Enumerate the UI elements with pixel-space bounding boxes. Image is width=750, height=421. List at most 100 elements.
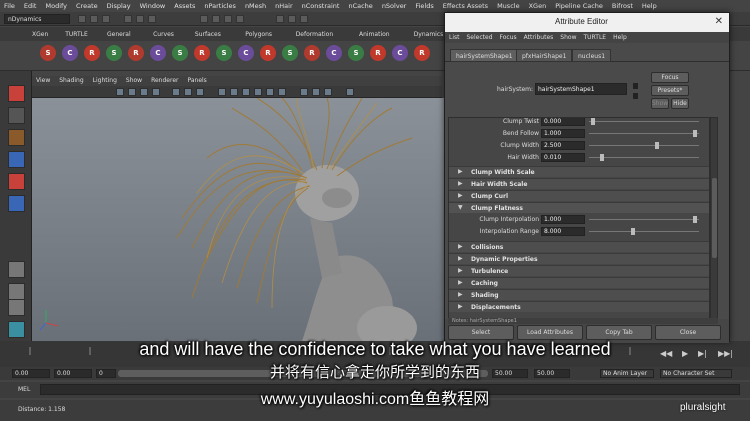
hair-width-field[interactable]: 0.010 — [541, 153, 585, 162]
wind-icon[interactable]: S — [216, 45, 232, 61]
collapsed-arrow-icon[interactable]: ▶ — [458, 267, 463, 274]
resolution-gate-icon[interactable] — [196, 88, 204, 96]
gamma-icon[interactable] — [346, 88, 354, 96]
collapsed-arrow-icon[interactable]: ▶ — [458, 255, 463, 262]
clump-width-slider[interactable] — [589, 142, 699, 149]
ae-menu-focus[interactable]: Focus — [500, 32, 517, 43]
load-attributes-button[interactable]: Load Attributes — [517, 325, 583, 340]
show-button[interactable]: Show — [651, 98, 669, 109]
section-shading[interactable]: ▶ Shading — [449, 289, 709, 300]
ae-menu-selected[interactable]: Selected — [467, 32, 493, 43]
select-object-icon[interactable] — [136, 15, 144, 23]
uniform-icon[interactable]: R — [370, 45, 386, 61]
select-hierarchy-icon[interactable] — [124, 15, 132, 23]
panel-menu-lighting[interactable]: Lighting — [93, 76, 117, 86]
snap-surface-icon[interactable] — [236, 15, 244, 23]
menu-modify[interactable]: Modify — [45, 2, 67, 10]
slider-knob[interactable] — [599, 154, 604, 161]
collapsed-arrow-icon[interactable]: ▶ — [458, 279, 463, 286]
ae-menu-turtle[interactable]: TURTLE — [583, 32, 606, 43]
snap-point-icon[interactable] — [224, 15, 232, 23]
clump-twist-field[interactable]: 0.000 — [541, 118, 585, 126]
collapsed-arrow-icon[interactable]: ▶ — [458, 168, 463, 175]
open-scene-icon[interactable] — [90, 15, 98, 23]
turbulence-icon[interactable]: S — [282, 45, 298, 61]
ae-menu-help[interactable]: Help — [613, 32, 627, 43]
render-icon[interactable] — [276, 15, 284, 23]
slider-knob[interactable] — [654, 142, 659, 149]
new-scene-icon[interactable] — [78, 15, 86, 23]
collapsed-arrow-icon[interactable]: ▶ — [458, 303, 463, 310]
save-scene-icon[interactable] — [102, 15, 110, 23]
outliner-icon[interactable] — [8, 321, 25, 338]
menu-effects-assets[interactable]: Effects Assets — [443, 2, 488, 10]
menu-pipeline-cache[interactable]: Pipeline Cache — [555, 2, 603, 10]
section-dynamic-properties[interactable]: ▶ Dynamic Properties — [449, 253, 709, 264]
hide-button[interactable]: Hide — [671, 98, 689, 109]
menu-muscle[interactable]: Muscle — [497, 2, 520, 10]
section-clump-width-scale[interactable]: ▶ Clump Width Scale — [449, 166, 709, 177]
menu-nhair[interactable]: nHair — [275, 2, 292, 10]
ncloth-icon[interactable]: S — [40, 45, 56, 61]
clump-interpolation-field[interactable]: 1.000 — [541, 215, 585, 224]
shelf-tab-general[interactable]: General — [103, 29, 135, 40]
volume-icon[interactable]: R — [414, 45, 430, 61]
smooth-shade-icon[interactable] — [230, 88, 238, 96]
cache-icon[interactable]: C — [238, 45, 254, 61]
perspective-viewport[interactable] — [32, 98, 450, 341]
menu-window[interactable]: Window — [140, 2, 166, 10]
slider-knob[interactable] — [591, 118, 596, 125]
render-settings-icon[interactable] — [300, 15, 308, 23]
lasso-tool-icon[interactable] — [8, 107, 25, 124]
notes-field[interactable]: Notes: hairSystemShape1 — [448, 318, 718, 324]
isolate-select-icon[interactable] — [300, 88, 308, 96]
xray-icon[interactable] — [312, 88, 320, 96]
collide-icon[interactable]: R — [194, 45, 210, 61]
slider-knob[interactable] — [692, 216, 697, 223]
shelf-tab-animation[interactable]: Animation — [355, 29, 394, 40]
collapsed-arrow-icon[interactable]: ▶ — [458, 180, 463, 187]
presets-button[interactable]: Presets* — [651, 85, 689, 96]
section-caching[interactable]: ▶ Caching — [449, 277, 709, 288]
snap-curve-icon[interactable] — [212, 15, 220, 23]
textured-icon[interactable] — [254, 88, 262, 96]
field-icon[interactable]: C — [150, 45, 166, 61]
tab-nucleus1[interactable]: nucleus1 — [572, 49, 612, 62]
shadows-icon[interactable] — [278, 88, 286, 96]
bend-follow-slider[interactable] — [589, 130, 699, 137]
menu-nparticles[interactable]: nParticles — [204, 2, 236, 10]
panel-menu-view[interactable]: View — [36, 76, 50, 86]
menu-xgen[interactable]: XGen — [529, 2, 547, 10]
menu-help[interactable]: Help — [642, 2, 657, 10]
menu-nconstraint[interactable]: nConstraint — [302, 2, 340, 10]
ae-menu-attributes[interactable]: Attributes — [524, 32, 554, 43]
section-hair-width-scale[interactable]: ▶ Hair Width Scale — [449, 178, 709, 189]
select-tool-icon[interactable] — [8, 85, 25, 102]
menu-ncache[interactable]: nCache — [348, 2, 372, 10]
menu-display[interactable]: Display — [107, 2, 131, 10]
scale-tool-icon[interactable] — [8, 195, 25, 212]
ipr-render-icon[interactable] — [288, 15, 296, 23]
menu-assets[interactable]: Assets — [174, 2, 195, 10]
shelf-tab-dynamics[interactable]: Dynamics — [410, 29, 448, 40]
close-icon[interactable]: ✕ — [715, 16, 723, 27]
solver-icon[interactable]: S — [172, 45, 188, 61]
bend-follow-field[interactable]: 1.000 — [541, 129, 585, 138]
paint-select-icon[interactable] — [8, 129, 25, 146]
menu-file[interactable]: File — [4, 2, 15, 10]
bookmark-icon[interactable] — [140, 88, 148, 96]
interpolation-range-field[interactable]: 8.000 — [541, 227, 585, 236]
select-component-icon[interactable] — [148, 15, 156, 23]
menu-create[interactable]: Create — [76, 2, 98, 10]
attribute-list[interactable]: Clump Twist 0.000 Bend Follow 1.000 Clump Wi… — [448, 117, 710, 319]
slider-knob[interactable] — [631, 228, 636, 235]
expanded-arrow-icon[interactable]: ▼ — [458, 204, 463, 211]
copy-tab-button[interactable]: Copy Tab — [586, 325, 652, 340]
image-plane-icon[interactable] — [152, 88, 160, 96]
move-tool-icon[interactable] — [8, 151, 25, 168]
tab-pfxhairshape1[interactable]: pfxHairShape1 — [516, 49, 573, 62]
focus-button[interactable]: Focus — [651, 72, 689, 83]
film-gate-icon[interactable] — [184, 88, 192, 96]
panel-menu-shading[interactable]: Shading — [59, 76, 83, 86]
ae-scrollbar-thumb[interactable] — [712, 178, 717, 258]
